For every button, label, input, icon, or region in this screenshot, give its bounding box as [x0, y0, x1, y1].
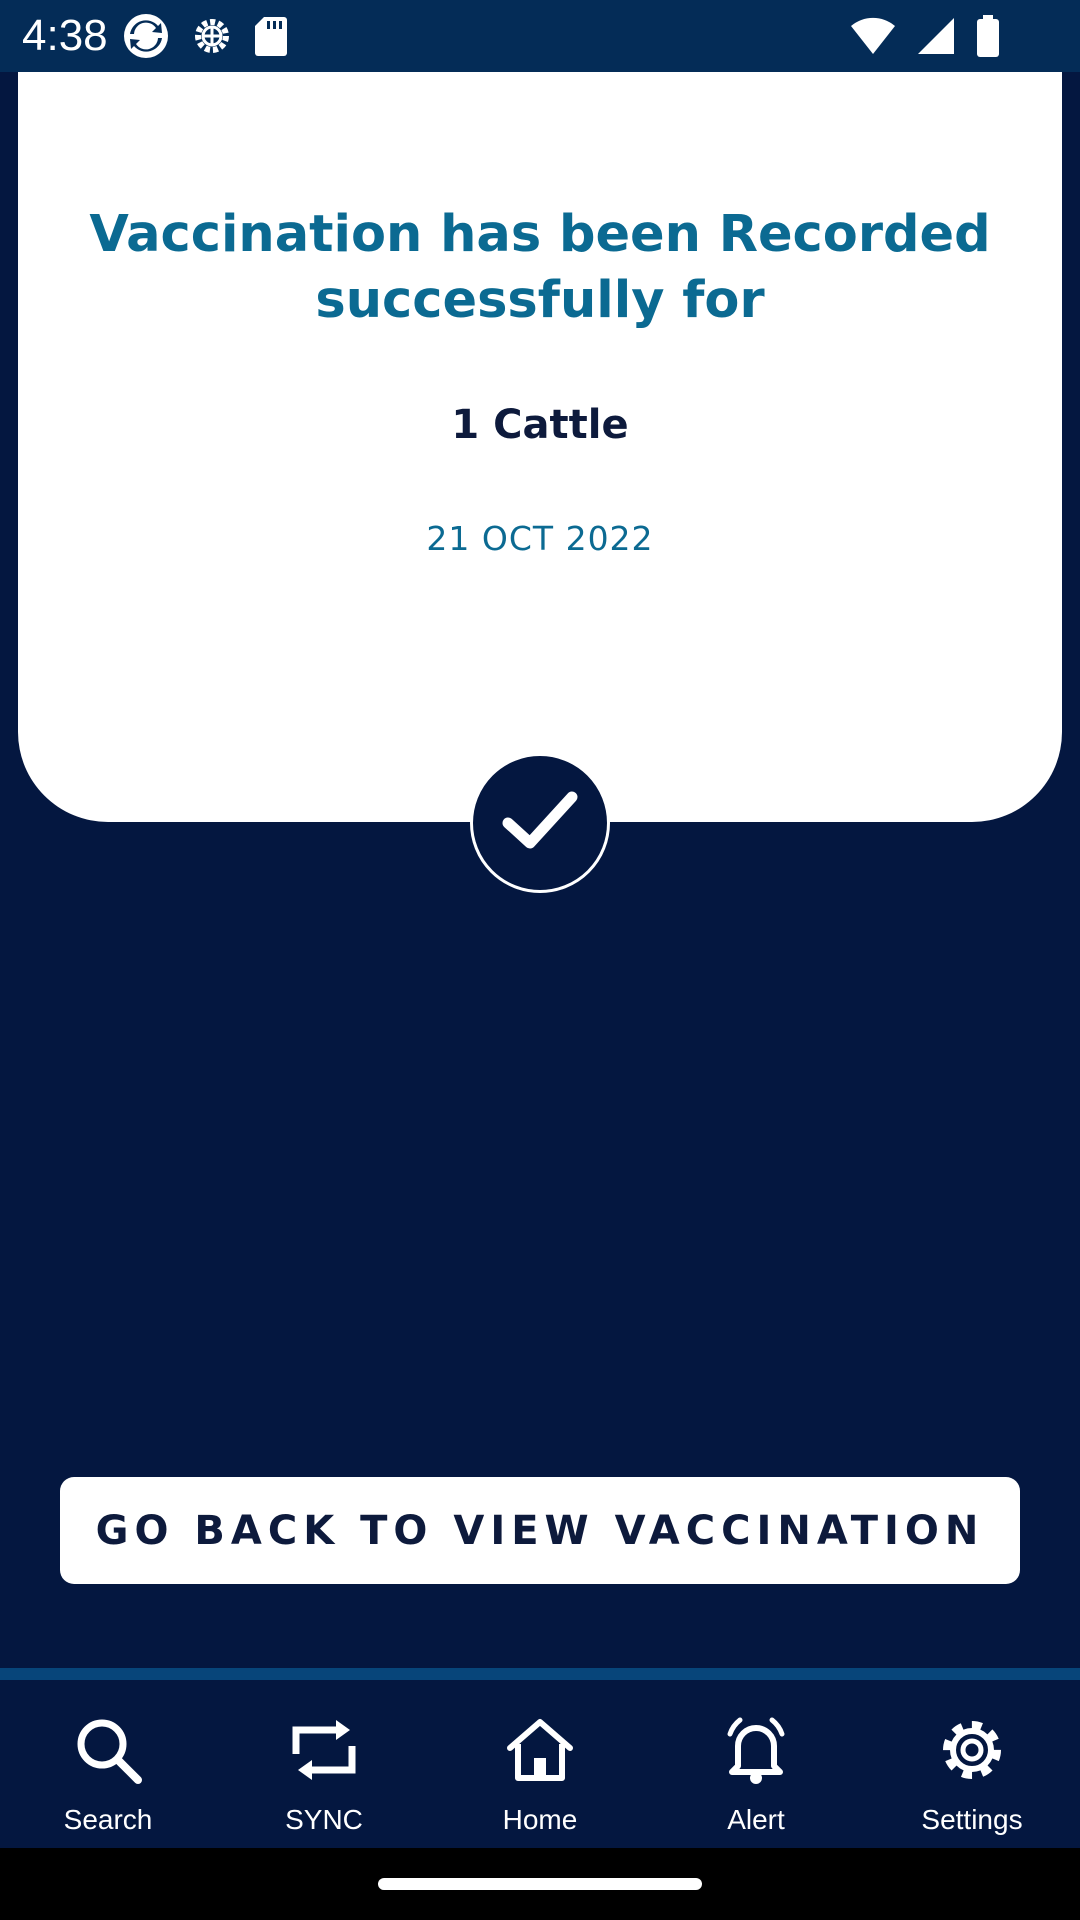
vaccination-date: 21 OCT 2022	[426, 519, 654, 558]
nav-item-home[interactable]: Home	[432, 1680, 648, 1848]
confirmation-card: Vaccination has been Recorded successful…	[18, 72, 1062, 822]
nav-item-sync[interactable]: SYNC	[216, 1680, 432, 1848]
nav-label-search: Search	[63, 1804, 153, 1835]
search-icon	[72, 1714, 144, 1786]
nav-label-alert: Alert	[727, 1804, 785, 1835]
gear-notification-icon	[190, 14, 234, 58]
nav-item-settings[interactable]: Settings	[864, 1680, 1080, 1848]
bell-icon	[720, 1714, 792, 1786]
home-gesture-handle[interactable]	[378, 1878, 702, 1890]
go-back-to-view-vaccination-button[interactable]: GO BACK TO VIEW VACCINATION	[60, 1477, 1020, 1584]
sync-app-icon	[122, 12, 170, 60]
status-bar: 4:38	[0, 0, 1080, 72]
gear-icon	[936, 1714, 1008, 1786]
sd-card-icon	[254, 15, 288, 57]
wifi-icon	[850, 16, 896, 56]
success-badge	[470, 753, 610, 893]
sync-icon	[288, 1714, 360, 1786]
nav-item-alert[interactable]: Alert	[648, 1680, 864, 1848]
home-icon	[504, 1714, 576, 1786]
nav-label-sync: SYNC	[285, 1804, 363, 1835]
bottom-navigation: Search SYNC Home Alert Settings	[0, 1668, 1080, 1848]
nav-label-home: Home	[502, 1804, 578, 1835]
cell-signal-icon	[916, 16, 956, 56]
nav-label-settings: Settings	[921, 1804, 1023, 1835]
checkmark-icon	[500, 789, 580, 858]
status-time: 4:38	[22, 11, 108, 60]
animal-count: 1 Cattle	[451, 402, 629, 448]
confirmation-title: Vaccination has been Recorded successful…	[89, 205, 991, 330]
nav-item-search[interactable]: Search	[0, 1680, 216, 1848]
gesture-bar	[0, 1848, 1080, 1920]
battery-icon	[976, 14, 1000, 58]
